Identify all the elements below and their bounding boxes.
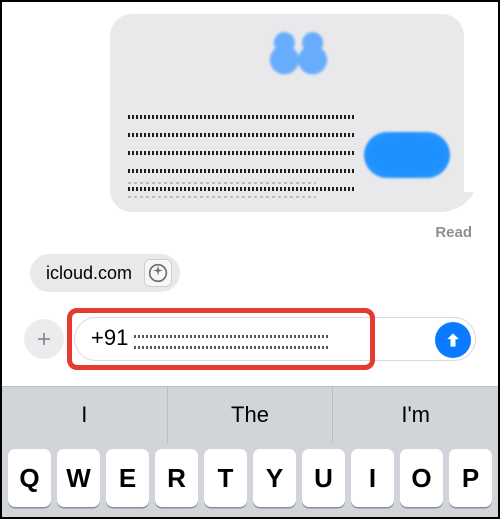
link-preview-chip[interactable]: icloud.com xyxy=(30,254,180,292)
suggestion-bar: I The I'm xyxy=(2,387,498,443)
read-receipt: Read xyxy=(435,224,472,241)
incoming-message-bubble[interactable] xyxy=(110,14,464,212)
redacted-text xyxy=(128,170,316,204)
key-t[interactable]: T xyxy=(204,449,247,507)
key-p[interactable]: P xyxy=(449,449,492,507)
plus-icon xyxy=(35,330,53,348)
key-w[interactable]: W xyxy=(57,449,100,507)
key-e[interactable]: E xyxy=(106,449,149,507)
key-r[interactable]: R xyxy=(155,449,198,507)
add-attachment-button[interactable] xyxy=(24,319,64,359)
send-button[interactable] xyxy=(435,322,471,358)
suggestion[interactable]: I xyxy=(2,387,167,443)
key-i[interactable]: I xyxy=(351,449,394,507)
link-domain: icloud.com xyxy=(46,263,132,284)
arrow-up-icon xyxy=(443,330,463,350)
message-composer: +91 xyxy=(24,306,476,372)
suggestion[interactable]: The xyxy=(167,387,333,443)
keyboard-row: Q W E R T Y U I O P xyxy=(2,443,498,507)
keyboard: I The I'm Q W E R T Y U I O P xyxy=(2,386,498,517)
message-thread: Read xyxy=(2,2,498,240)
message-input-text: +91 xyxy=(91,325,328,352)
suggestion[interactable]: I'm xyxy=(332,387,498,443)
key-q[interactable]: Q xyxy=(8,449,51,507)
message-input[interactable]: +91 xyxy=(74,317,476,361)
key-o[interactable]: O xyxy=(400,449,443,507)
redacted-phone-number xyxy=(134,327,328,353)
safari-icon xyxy=(144,259,172,287)
redacted-image-icon xyxy=(258,21,346,75)
key-u[interactable]: U xyxy=(302,449,345,507)
redacted-button xyxy=(364,132,450,178)
key-y[interactable]: Y xyxy=(253,449,296,507)
